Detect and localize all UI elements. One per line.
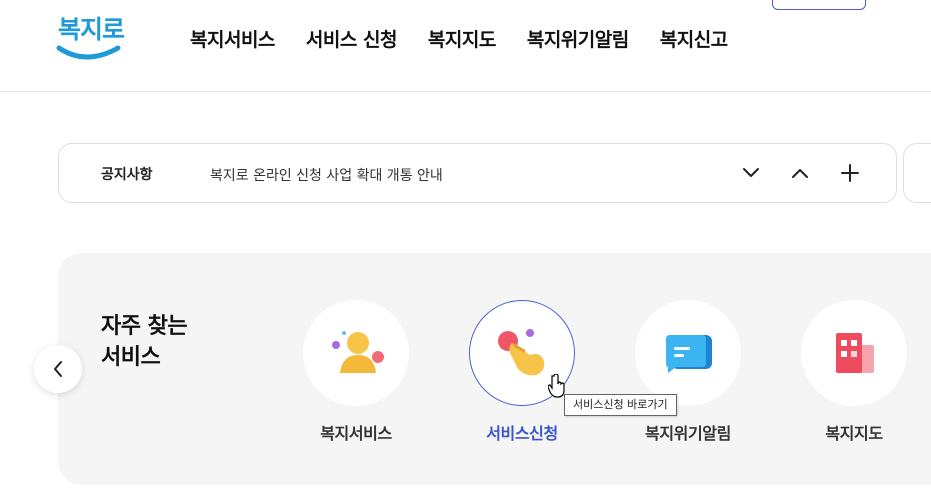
notice-label: 공지사항 bbox=[101, 167, 153, 183]
chevron-down-icon bbox=[743, 168, 759, 177]
chevron-left-icon bbox=[54, 361, 62, 377]
favorite-title-line2: 서비스 bbox=[101, 345, 161, 370]
nav-welfare-service[interactable]: 복지서비스 bbox=[190, 24, 275, 56]
tooltip: 서비스신청 바로가기 bbox=[564, 394, 677, 416]
notice-more-button[interactable] bbox=[838, 161, 862, 185]
favorite-title-line1: 자주 찾는 bbox=[101, 314, 188, 339]
person-icon bbox=[332, 331, 384, 373]
nav-welfare-report[interactable]: 복지신고 bbox=[660, 24, 728, 56]
logo-text: 복지로 bbox=[58, 15, 125, 44]
hand-cursor-icon bbox=[548, 374, 565, 398]
favorite-services-title: 자주 찾는 서비스 bbox=[101, 311, 188, 373]
main-nav: 복지서비스 서비스 신청 복지지도 복지위기알림 복지신고 bbox=[190, 24, 728, 56]
notice-bar: 공지사항 복지로 온라인 신청 사업 확대 개통 안내 bbox=[58, 143, 897, 203]
building-map-icon bbox=[836, 333, 874, 373]
hand-pointer-icon bbox=[498, 329, 545, 376]
service-item-crisis-alert[interactable]: 복지위기알림 bbox=[613, 300, 763, 444]
logo-smile-icon bbox=[56, 45, 121, 60]
service-circle bbox=[801, 300, 907, 406]
service-label: 복지지도 bbox=[825, 424, 883, 443]
service-label: 복지위기알림 bbox=[645, 424, 731, 443]
nav-crisis-alert[interactable]: 복지위기알림 bbox=[527, 24, 629, 56]
next-panel-edge bbox=[903, 143, 931, 203]
notice-prev-button[interactable] bbox=[788, 161, 812, 185]
carousel-prev-button[interactable] bbox=[34, 345, 82, 393]
notice-text[interactable]: 복지로 온라인 신청 사업 확대 개통 안내 bbox=[210, 165, 443, 185]
chevron-up-icon bbox=[792, 169, 808, 178]
service-label: 복지서비스 bbox=[320, 424, 392, 443]
nav-welfare-map[interactable]: 복지지도 bbox=[428, 24, 496, 56]
service-circle bbox=[635, 300, 741, 406]
nav-service-apply[interactable]: 서비스 신청 bbox=[306, 24, 398, 56]
service-item-welfare-map[interactable]: 복지지도 bbox=[779, 300, 929, 444]
chat-bubble-icon bbox=[666, 335, 712, 373]
service-item-apply[interactable]: 서비스신청 bbox=[447, 300, 597, 444]
service-circle bbox=[303, 300, 409, 406]
notice-next-button[interactable] bbox=[739, 161, 763, 185]
header-top-button[interactable] bbox=[772, 0, 866, 10]
site-header: 복지로 복지서비스 서비스 신청 복지지도 복지위기알림 복지신고 bbox=[0, 0, 931, 92]
service-label: 서비스신청 bbox=[486, 424, 558, 443]
plus-icon bbox=[841, 164, 859, 182]
service-item-welfare[interactable]: 복지서비스 bbox=[281, 300, 431, 444]
site-logo[interactable]: 복지로 bbox=[56, 10, 125, 64]
